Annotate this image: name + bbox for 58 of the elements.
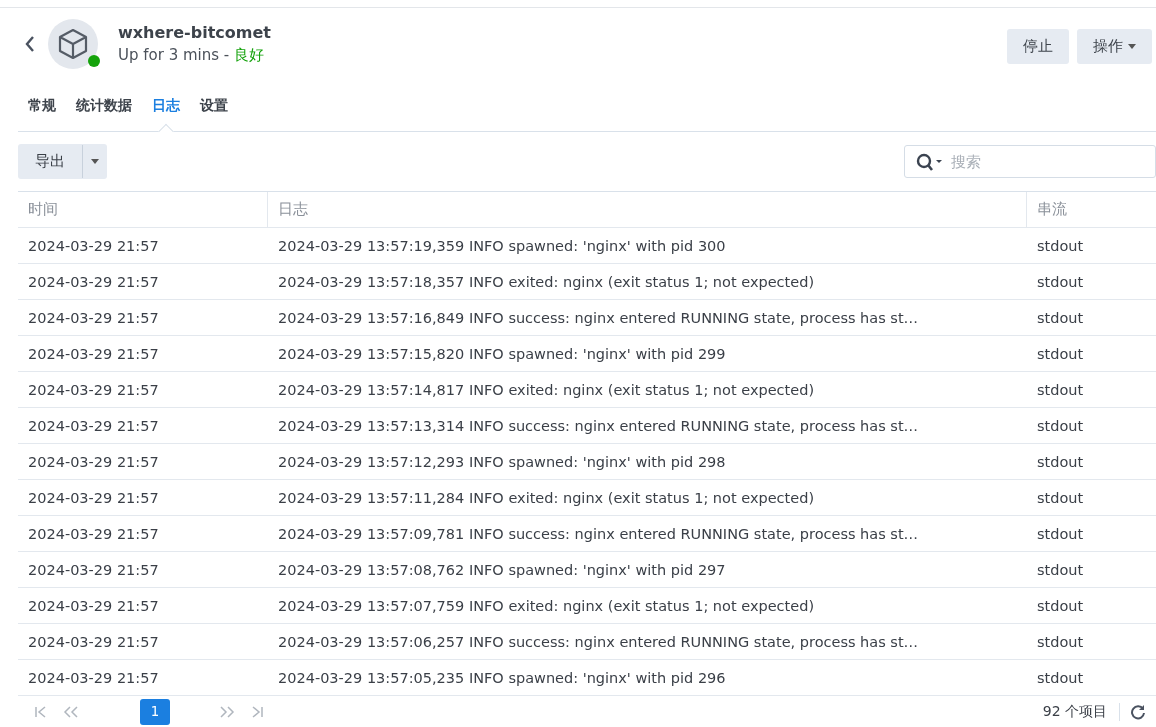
table-cell-text: 2024-03-29 13:57:18,357 INFO exited: nginx (exit status 1; not expected) [277,273,816,290]
export-split-button[interactable]: 导出 [18,144,107,180]
table-cell-text: 2024-03-29 13:57:12,293 INFO spawned: 'nginx' with pid 298 [277,453,727,470]
table-cell-text: stdout [1036,345,1085,362]
table-cell-text: 2024-03-29 21:57 [27,633,160,650]
health-status: 良好 [234,46,265,65]
table-cell-text: 2024-03-29 13:57:19,359 INFO spawned: 'nginx' with pid 300 [277,237,727,254]
table-cell-text: stdout [1036,417,1085,434]
table-cell-text: 2024-03-29 13:57:16,849 INFO success: nginx entered RUNNING state, process has st… [277,309,920,326]
table-cell-text: 2024-03-29 21:57 [27,597,160,614]
cube-icon [58,28,88,61]
table-cell-text: stdout [1036,525,1085,542]
tab[interactable]: 设置 [190,80,238,132]
table-cell-text: 2024-03-29 21:57 [27,345,160,362]
header-button[interactable]: 操作 [1077,29,1152,65]
table-cell-text: stdout [1036,597,1085,614]
uptime-text: Up for 3 mins - [118,46,231,65]
table-cell-text: 2024-03-29 13:57:09,781 INFO success: nginx entered RUNNING state, process has st… [277,525,920,542]
table-cell-text: 2024-03-29 21:57 [27,669,160,686]
table-cell-text: 2024-03-29 13:57:14,817 INFO exited: nginx (exit status 1; not expected) [277,381,816,398]
table-cell-text: stdout [1036,453,1085,470]
chevron-left-icon[interactable] [24,35,36,54]
page-button[interactable]: 1 [140,698,170,725]
table-cell-text: 2024-03-29 21:57 [27,309,160,326]
table-cell-text: stdout [1036,381,1085,398]
table-cell-text: 2024-03-29 21:57 [27,273,160,290]
table-cell-text: 2024-03-29 13:57:05,235 INFO spawned: 'nginx' with pid 296 [277,669,727,686]
table-cell-text: 2024-03-29 21:57 [27,417,160,434]
table-cell-text: stdout [1036,633,1085,650]
tab[interactable]: 统计数据 [66,80,142,132]
table-cell-text: 2024-03-29 21:57 [27,237,160,254]
table-cell-text: stdout [1036,489,1085,506]
table-cell-text: stdout [1036,237,1085,254]
table-cell-text: 2024-03-29 21:57 [27,381,160,398]
table-cell-text: 2024-03-29 21:57 [27,489,160,506]
tab[interactable]: 常规 [18,80,66,132]
table-cell-text: stdout [1036,309,1085,326]
refresh-icon[interactable] [1130,703,1146,720]
header-button[interactable]: 停止 [1007,29,1069,65]
table-cell-text: 2024-03-29 13:57:15,820 INFO spawned: 'nginx' with pid 299 [277,345,727,362]
table-cell-text: 2024-03-29 21:57 [27,453,160,470]
table-cell-text: 2024-03-29 13:57:11,284 INFO exited: nginx (exit status 1; not expected) [277,489,816,506]
table-cell-text: 2024-03-29 13:57:13,314 INFO success: nginx entered RUNNING state, process has st… [277,417,920,434]
search-field[interactable]: 搜索 [904,145,1156,179]
caret-icon[interactable] [91,159,99,165]
table-cell-text: 2024-03-29 21:57 [27,561,160,578]
search-icon[interactable] [916,153,944,172]
table-cell-text: stdout [1036,669,1085,686]
table-cell-text: stdout [1036,273,1085,290]
column-header[interactable]: 日志 [268,192,1027,228]
caret-icon[interactable] [1128,44,1136,50]
item-count: 92 个项目 [1042,702,1120,721]
table-cell-text: 2024-03-29 13:57:08,762 INFO spawned: 'nginx' with pid 297 [277,561,727,578]
table-cell-text: 2024-03-29 13:57:06,257 INFO success: nginx entered RUNNING state, process has st… [277,633,920,650]
table-cell-text: stdout [1036,561,1085,578]
container-title: wxhere-bitcomet [118,23,271,43]
table-cell-text: 2024-03-29 21:57 [27,525,160,542]
table-cell-text: 2024-03-29 13:57:07,759 INFO exited: nginx (exit status 1; not expected) [277,597,816,614]
